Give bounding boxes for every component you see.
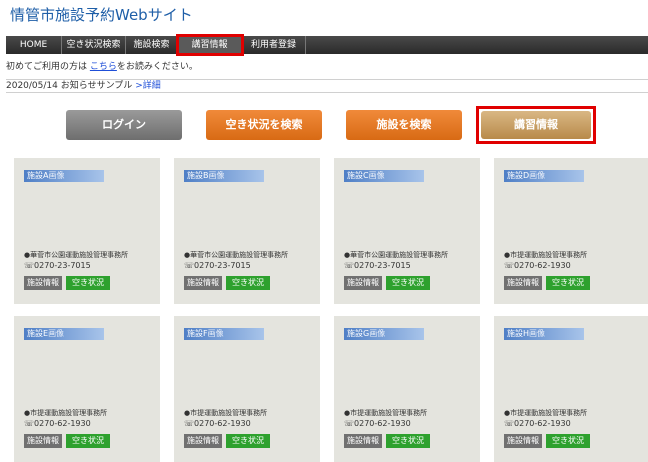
- facility-image[interactable]: 施設F画像: [184, 328, 264, 340]
- nav-user-registration[interactable]: 利用者登録: [242, 36, 306, 54]
- notice-suffix: をお読みください。: [116, 62, 198, 72]
- facility-office: ●華菅市公園運動施設管理事務所: [184, 251, 289, 259]
- phone-icon: ☏: [24, 419, 35, 428]
- facility-office: ●市提運動施設管理事務所: [504, 409, 588, 417]
- phone-icon: ☏: [24, 261, 35, 270]
- facility-vacancy-button[interactable]: 空き状況: [226, 434, 270, 448]
- phone-icon: ☏: [504, 419, 515, 428]
- login-button[interactable]: ログイン: [66, 110, 182, 140]
- facility-vacancy-button[interactable]: 空き状況: [66, 276, 110, 290]
- facility-phone: ☏0270-23-7015: [24, 261, 91, 270]
- facility-vacancy-button[interactable]: 空き状況: [546, 434, 590, 448]
- nav-lecture-info[interactable]: 講習情報: [176, 34, 244, 56]
- facility-info-button[interactable]: 施設情報: [24, 276, 62, 290]
- facility-card: 施設G画像 ●市提運動施設管理事務所 ☏0270-62-1930 施設情報 空き…: [334, 316, 480, 462]
- facility-image[interactable]: 施設D画像: [504, 170, 584, 182]
- facility-vacancy-button[interactable]: 空き状況: [386, 276, 430, 290]
- facility-vacancy-button[interactable]: 空き状況: [66, 434, 110, 448]
- facility-office: ●華菅市公園運動施設管理事務所: [24, 251, 129, 259]
- facility-image[interactable]: 施設G画像: [344, 328, 424, 340]
- facility-card: 施設F画像 ●市提運動施設管理事務所 ☏0270-62-1930 施設情報 空き…: [174, 316, 320, 462]
- site-title: 情管市施設予約Webサイト: [10, 6, 193, 24]
- facility-phone: ☏0270-23-7015: [344, 261, 411, 270]
- phone-icon: ☏: [344, 419, 355, 428]
- phone-icon: ☏: [184, 419, 195, 428]
- facility-card: 施設B画像 ●華菅市公園運動施設管理事務所 ☏0270-23-7015 施設情報…: [174, 158, 320, 304]
- facility-office: ●市提運動施設管理事務所: [24, 409, 108, 417]
- phone-icon: ☏: [344, 261, 355, 270]
- facility-phone: ☏0270-62-1930: [344, 419, 411, 428]
- news-line: 2020/05/14 お知らせサンプル >詳細: [6, 79, 648, 93]
- facility-card: 施設C画像 ●華菅市公園運動施設管理事務所 ☏0270-23-7015 施設情報…: [334, 158, 480, 304]
- notice-link[interactable]: こちら: [90, 62, 117, 72]
- first-time-notice: 初めてご利用の方は こちらをお読みください。: [6, 59, 648, 72]
- facility-info-button[interactable]: 施設情報: [504, 434, 542, 448]
- facility-vacancy-button[interactable]: 空き状況: [546, 276, 590, 290]
- facility-image[interactable]: 施設E画像: [24, 328, 104, 340]
- facility-info-button[interactable]: 施設情報: [344, 276, 382, 290]
- facility-phone: ☏0270-62-1930: [504, 419, 571, 428]
- facility-image[interactable]: 施設C画像: [344, 170, 424, 182]
- phone-icon: ☏: [504, 261, 515, 270]
- news-detail-link[interactable]: >詳細: [135, 81, 161, 91]
- facility-card: 施設E画像 ●市提運動施設管理事務所 ☏0270-62-1930 施設情報 空き…: [14, 316, 160, 462]
- facility-vacancy-button[interactable]: 空き状況: [386, 434, 430, 448]
- facility-info-button[interactable]: 施設情報: [184, 276, 222, 290]
- phone-icon: ☏: [184, 261, 195, 270]
- facility-card: 施設D画像 ●市提運動施設管理事務所 ☏0270-62-1930 施設情報 空き…: [494, 158, 648, 304]
- facility-card: 施設H画像 ●市提運動施設管理事務所 ☏0270-62-1930 施設情報 空き…: [494, 316, 648, 462]
- lecture-highlight: 講習情報: [476, 106, 596, 144]
- facility-search-button[interactable]: 施設を検索: [346, 110, 462, 140]
- facility-card: 施設A画像 ●華菅市公園運動施設管理事務所 ☏0270-23-7015 施設情報…: [14, 158, 160, 304]
- facility-office: ●市提運動施設管理事務所: [344, 409, 428, 417]
- notice-prefix: 初めてご利用の方は: [6, 62, 90, 72]
- facility-vacancy-button[interactable]: 空き状況: [226, 276, 270, 290]
- facility-info-button[interactable]: 施設情報: [504, 276, 542, 290]
- main-nav: HOME 空き状況検索 施設検索 講習情報 利用者登録: [6, 34, 648, 56]
- facility-image[interactable]: 施設A画像: [24, 170, 104, 182]
- news-date: 2020/05/14: [6, 81, 58, 91]
- nav-facility-search[interactable]: 施設検索: [126, 36, 178, 54]
- facility-office: ●華菅市公園運動施設管理事務所: [344, 251, 449, 259]
- facility-office: ●市提運動施設管理事務所: [504, 251, 588, 259]
- facility-phone: ☏0270-62-1930: [504, 261, 571, 270]
- facility-info-button[interactable]: 施設情報: [24, 434, 62, 448]
- nav-vacancy-search[interactable]: 空き状況検索: [62, 36, 126, 54]
- facility-image[interactable]: 施設H画像: [504, 328, 584, 340]
- facility-phone: ☏0270-23-7015: [184, 261, 251, 270]
- facility-info-button[interactable]: 施設情報: [344, 434, 382, 448]
- facility-image[interactable]: 施設B画像: [184, 170, 264, 182]
- lecture-info-button[interactable]: 講習情報: [481, 111, 591, 139]
- facility-office: ●市提運動施設管理事務所: [184, 409, 268, 417]
- nav-home[interactable]: HOME: [6, 36, 62, 54]
- facility-phone: ☏0270-62-1930: [24, 419, 91, 428]
- facility-phone: ☏0270-62-1930: [184, 419, 251, 428]
- vacancy-search-button[interactable]: 空き状況を検索: [206, 110, 322, 140]
- facility-info-button[interactable]: 施設情報: [184, 434, 222, 448]
- news-text: お知らせサンプル: [60, 81, 133, 91]
